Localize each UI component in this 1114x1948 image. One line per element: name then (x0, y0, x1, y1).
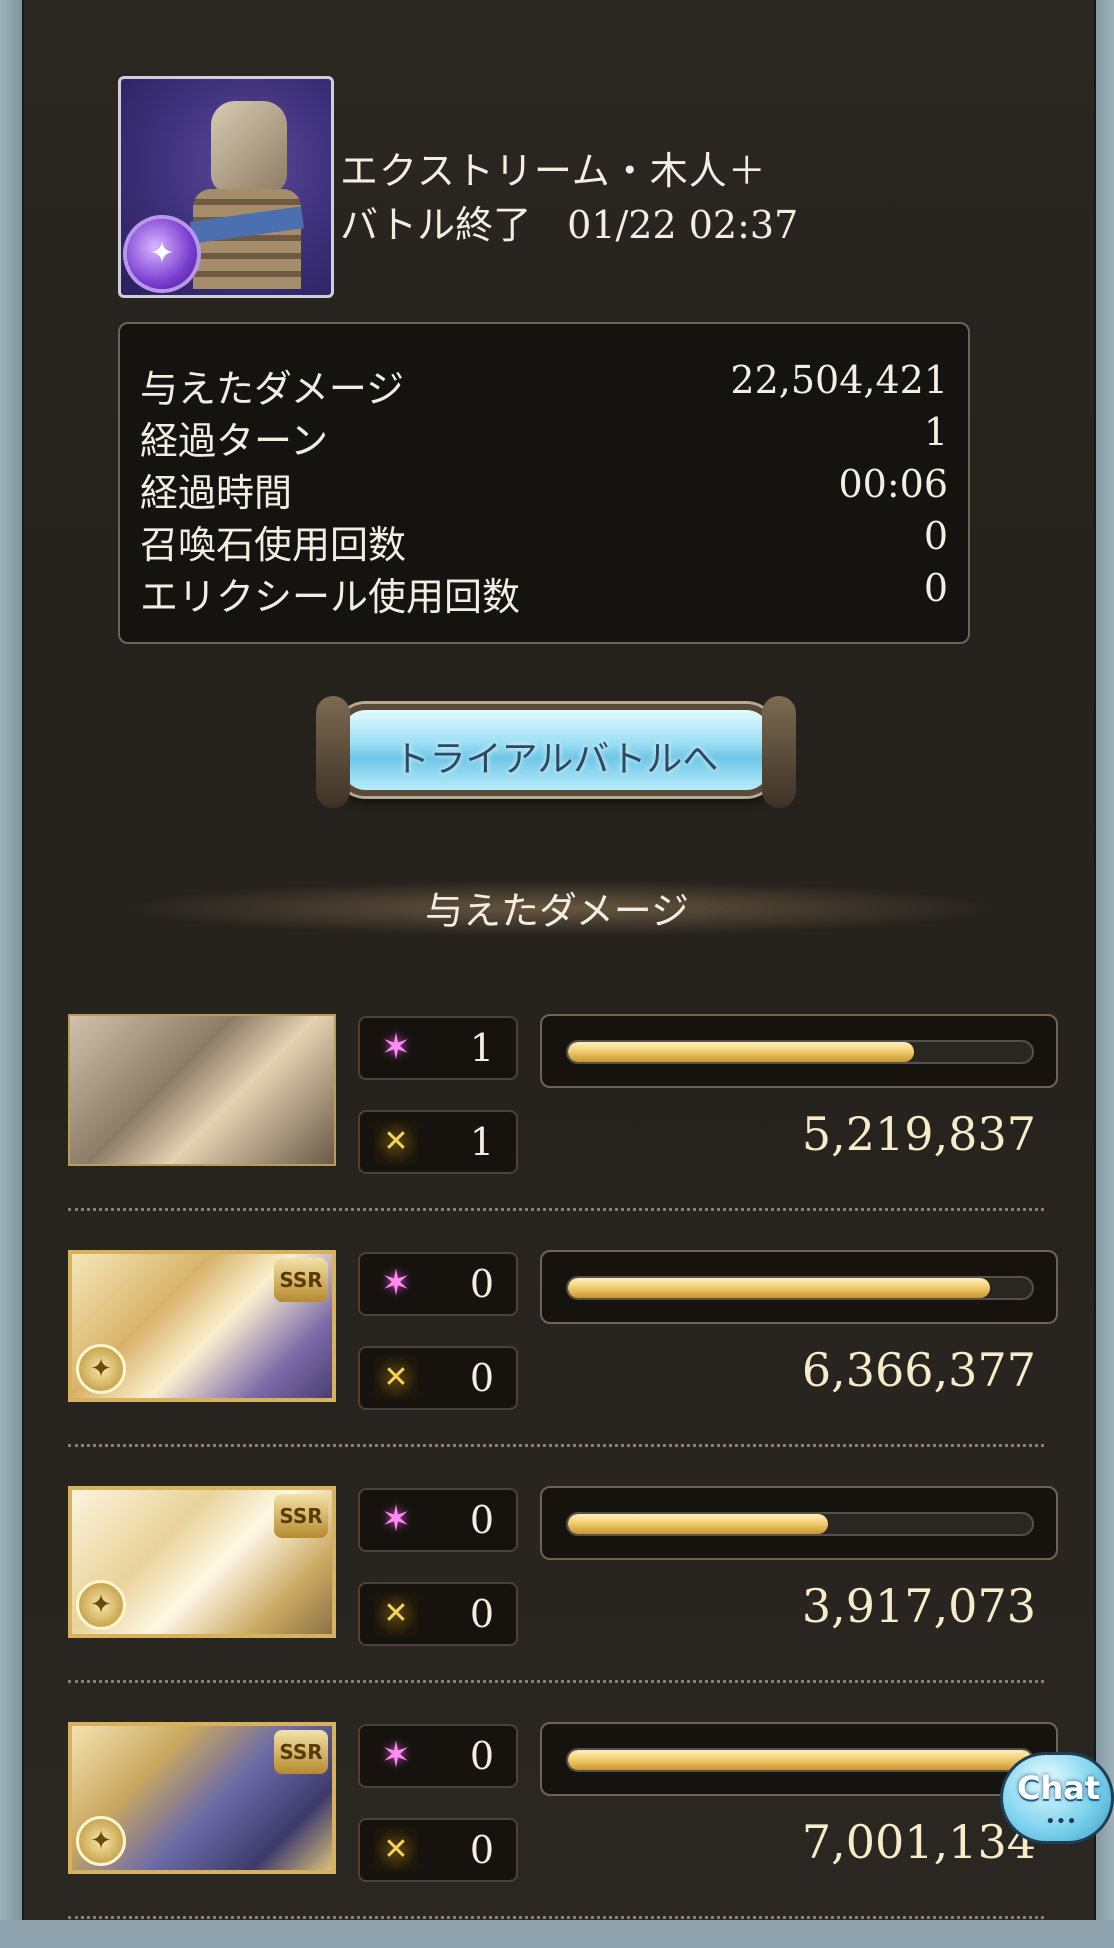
stat-label: 召喚石使用回数 (140, 523, 407, 567)
stat-value: 0 (923, 514, 948, 558)
damage-bar (540, 1014, 1058, 1088)
skill-counter: ✕ 0 (358, 1346, 518, 1410)
damage-bar-fill (568, 1750, 1032, 1770)
ougi-count: 0 (469, 1498, 494, 1542)
ougi-count: 1 (469, 1026, 494, 1070)
battle-timestamp: 01/22 02:37 (567, 203, 799, 247)
damage-section-title: 与えたダメージ (424, 889, 690, 933)
ougi-count: 0 (469, 1734, 494, 1778)
damage-bar-fill (568, 1278, 990, 1298)
ougi-counter: ✶ 0 (358, 1724, 518, 1788)
skill-counter: ✕ 0 (358, 1818, 518, 1882)
character-row: SSR ✦ ✶ 0 ✕ 0 7,001,134 (68, 1710, 1058, 1948)
skill-icon: ✕ (374, 1828, 418, 1872)
damage-bar (540, 1486, 1058, 1560)
chat-label: Chat (1017, 1769, 1101, 1807)
ssr-badge: SSR (274, 1730, 328, 1774)
class-type-icon: ✦ (76, 1580, 126, 1630)
class-type-icon: ✦ (76, 1816, 126, 1866)
skill-counter: ✕ 1 (358, 1110, 518, 1174)
ssr-character-portrait[interactable]: SSR ✦ (68, 1722, 336, 1874)
skill-count: 0 (469, 1828, 494, 1872)
damage-bar (540, 1250, 1058, 1324)
stat-value: 22,504,421 (730, 358, 948, 402)
stat-row-summons: 召喚石使用回数 0 (140, 514, 948, 567)
trial-battle-button[interactable]: トライアルバトルへ (316, 696, 796, 808)
row-divider (68, 1680, 1044, 1683)
quest-status-line: バトル終了 01/22 02:37 (340, 194, 798, 249)
ssr-character-portrait[interactable]: SSR ✦ (68, 1486, 336, 1638)
stat-label: エリクシール使用回数 (140, 575, 521, 619)
skill-counter: ✕ 0 (358, 1582, 518, 1646)
character-row: SSR ✦ ✶ 0 ✕ 0 6,366,377 (68, 1238, 1058, 1476)
ougi-counter: ✶ 1 (358, 1016, 518, 1080)
quest-title: エクストリーム・木人＋ (340, 149, 767, 193)
ougi-counter: ✶ 0 (358, 1252, 518, 1316)
skill-count: 1 (469, 1120, 494, 1164)
stat-row-turns: 経過ターン 1 (140, 410, 948, 463)
main-character-portrait[interactable] (68, 1014, 336, 1166)
stat-row-elixirs: エリクシール使用回数 0 (140, 566, 948, 619)
skill-icon: ✕ (374, 1356, 418, 1400)
skill-icon: ✕ (374, 1120, 418, 1164)
character-damage: 5,219,837 (801, 1107, 1036, 1161)
battle-status: バトル終了 (340, 203, 532, 247)
row-divider (68, 1208, 1044, 1211)
ougi-icon: ✶ (380, 1735, 412, 1776)
chat-bubble-icon: ••• (1045, 1811, 1077, 1832)
stat-row-damage: 与えたダメージ 22,504,421 (140, 358, 948, 411)
stat-label: 経過ターン (140, 419, 329, 463)
stat-row-time: 経過時間 00:06 (140, 462, 948, 515)
stat-label: 与えたダメージ (140, 367, 405, 411)
damage-bar-fill (568, 1514, 828, 1534)
skill-count: 0 (469, 1592, 494, 1636)
training-dummy-head (211, 101, 287, 193)
skill-count: 0 (469, 1356, 494, 1400)
class-type-icon: ✦ (76, 1344, 126, 1394)
battle-stats-box: 与えたダメージ 22,504,421 経過ターン 1 経過時間 00:06 召喚… (118, 322, 970, 644)
damage-bar-fill (568, 1042, 914, 1062)
dark-element-icon: ✦ (127, 219, 197, 289)
ssr-character-portrait[interactable]: SSR ✦ (68, 1250, 336, 1402)
character-row: ✶ 1 ✕ 1 5,219,837 (68, 1002, 1058, 1240)
ougi-icon: ✶ (380, 1499, 412, 1540)
character-damage: 3,917,073 (801, 1579, 1036, 1633)
damage-bar-track (566, 1276, 1034, 1300)
ssr-badge: SSR (274, 1258, 328, 1302)
damage-bar-track (566, 1040, 1034, 1064)
left-frame (0, 0, 22, 1920)
ougi-count: 0 (469, 1262, 494, 1306)
character-damage: 6,366,377 (801, 1343, 1036, 1397)
damage-bar-track (566, 1748, 1034, 1772)
damage-bar (540, 1722, 1058, 1796)
quest-thumbnail: ✦ (118, 76, 334, 298)
row-divider (68, 1916, 1044, 1919)
chat-button[interactable]: Chat ••• (1000, 1752, 1114, 1844)
trial-battle-label: トライアルバトルへ (393, 739, 719, 780)
row-divider (68, 1444, 1044, 1447)
stat-label: 経過時間 (140, 471, 293, 515)
stat-value: 0 (923, 566, 948, 610)
stat-value: 1 (923, 410, 948, 454)
damage-bar-track (566, 1512, 1034, 1536)
ougi-icon: ✶ (380, 1027, 412, 1068)
character-damage: 7,001,134 (801, 1815, 1036, 1869)
character-row: SSR ✦ ✶ 0 ✕ 0 3,917,073 (68, 1474, 1058, 1712)
skill-icon: ✕ (374, 1592, 418, 1636)
stat-value: 00:06 (838, 462, 948, 506)
ssr-badge: SSR (274, 1494, 328, 1538)
ougi-counter: ✶ 0 (358, 1488, 518, 1552)
ougi-icon: ✶ (380, 1263, 412, 1304)
